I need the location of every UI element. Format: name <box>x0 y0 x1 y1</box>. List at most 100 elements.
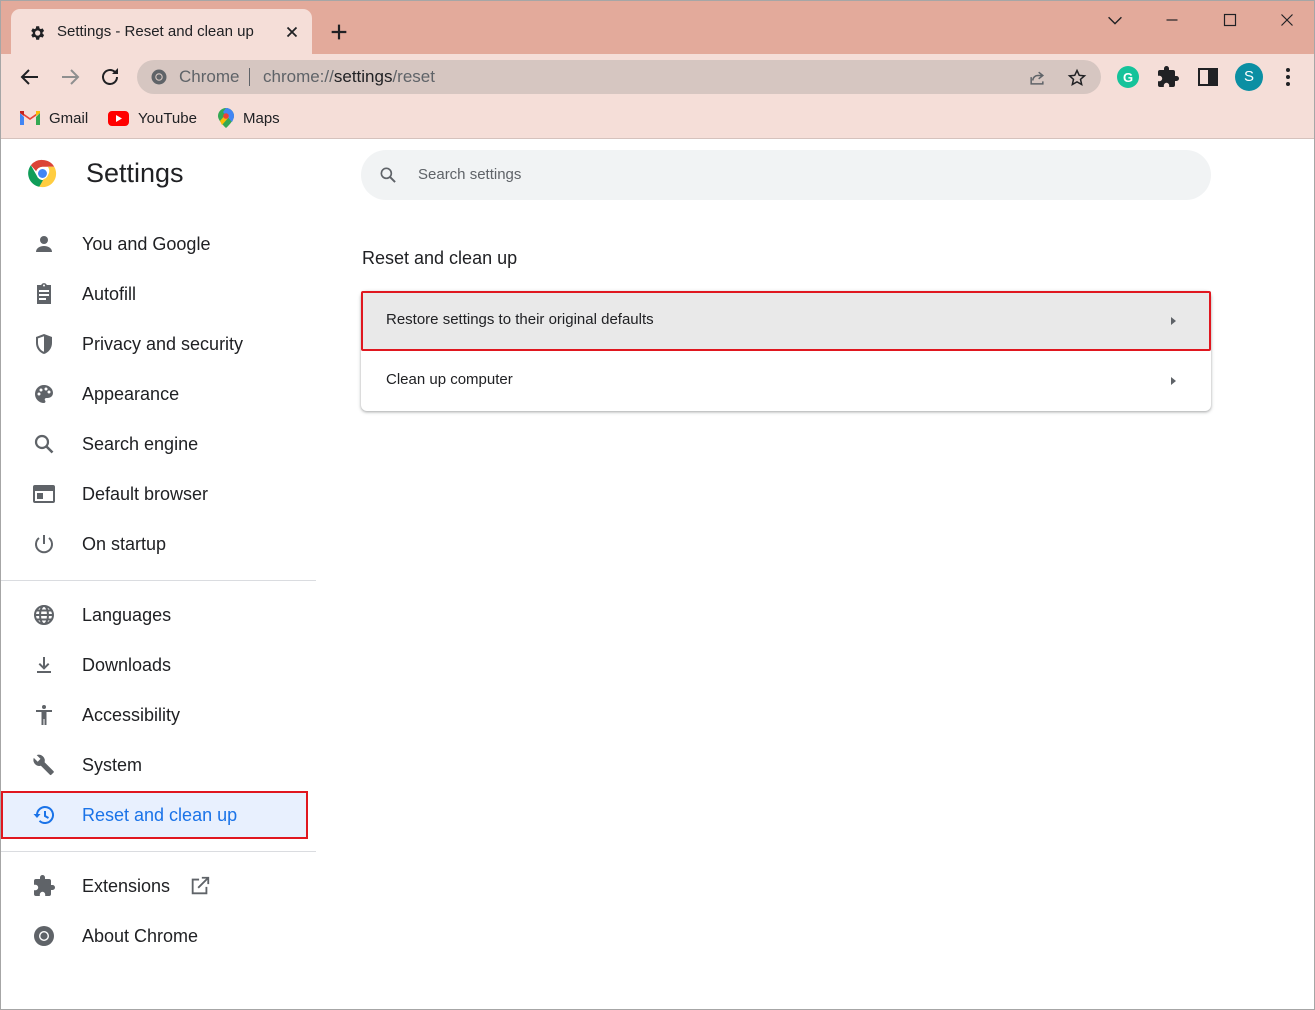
sidebar-item-languages[interactable]: Languages <box>1 591 308 639</box>
sidebar-item-extensions[interactable]: Extensions <box>1 862 308 910</box>
sidebar-item-you-and-google[interactable]: You and Google <box>1 220 308 268</box>
open-in-new-icon <box>191 876 210 895</box>
sidebar-divider <box>1 580 316 581</box>
divider <box>249 68 250 86</box>
row-label: Restore settings to their original defau… <box>386 311 654 328</box>
arrow-right-icon <box>1171 377 1176 385</box>
address-bar[interactable]: Chrome chrome://settings/reset <box>137 60 1101 94</box>
globe-icon <box>34 605 54 625</box>
maximize-icon[interactable] <box>1219 9 1241 31</box>
gmail-icon <box>20 111 40 125</box>
bookmarks-bar: Gmail YouTube Maps <box>1 99 1314 139</box>
sidebar-item-privacy[interactable]: Privacy and security <box>1 320 308 368</box>
shield-icon <box>36 334 52 354</box>
bookmark-youtube[interactable]: YouTube <box>108 108 197 128</box>
restore-icon <box>33 806 54 824</box>
section-title: Reset and clean up <box>362 248 518 268</box>
sidebar-divider <box>1 851 316 852</box>
share-icon[interactable] <box>1027 68 1047 88</box>
gear-icon <box>31 26 45 40</box>
settings-header: Settings <box>27 158 184 189</box>
bookmark-label: Maps <box>243 109 280 127</box>
grammarly-icon[interactable]: G <box>1116 65 1140 89</box>
chrome-icon <box>34 926 54 946</box>
toolbar: Chrome chrome://settings/reset G S <box>1 54 1314 99</box>
svg-text:G: G <box>1123 70 1133 85</box>
page-title: Settings <box>86 158 184 188</box>
url-path: /reset <box>392 67 435 86</box>
new-tab-icon[interactable] <box>328 21 350 43</box>
bookmark-gmail[interactable]: Gmail <box>20 108 88 128</box>
youtube-icon <box>108 110 129 126</box>
url-host: settings <box>333 67 393 86</box>
sidebar-item-label: Accessibility <box>82 705 181 725</box>
sidebar-item-label: On startup <box>82 534 167 554</box>
sidebar-item-label: System <box>82 755 143 775</box>
star-icon[interactable] <box>1067 68 1087 88</box>
forward-icon[interactable] <box>58 65 82 89</box>
sidebar-item-appearance[interactable]: Appearance <box>1 370 308 418</box>
tab-settings[interactable]: Settings - Reset and clean up <box>11 9 312 54</box>
sidebar-item-about-chrome[interactable]: About Chrome <box>1 912 308 960</box>
sidebar-item-default-browser[interactable]: Default browser <box>1 470 308 518</box>
back-icon[interactable] <box>18 65 42 89</box>
sidebar-item-label: You and Google <box>82 234 211 254</box>
browser-icon <box>33 485 55 503</box>
chrome-icon <box>151 69 167 85</box>
sidebar-item-label: Downloads <box>82 655 172 675</box>
sidebar-item-label: Languages <box>82 605 172 625</box>
search-settings-input[interactable]: Search settings <box>361 150 1211 200</box>
sidebar-item-search-engine[interactable]: Search engine <box>1 420 308 468</box>
reset-card: Restore settings to their original defau… <box>361 291 1211 411</box>
settings-page: Settings Search settings You and Google … <box>1 140 1314 1009</box>
site-label: Chrome <box>179 67 240 86</box>
power-icon <box>35 535 53 554</box>
url-text[interactable]: chrome://settings/reset <box>263 67 435 87</box>
tab-strip: Settings - Reset and clean up <box>1 1 1314 54</box>
url-prefix: chrome:// <box>263 67 334 86</box>
bookmark-label: Gmail <box>49 109 89 127</box>
sidebar-item-downloads[interactable]: Downloads <box>1 641 308 689</box>
tab-title: Settings - Reset and clean up <box>57 23 254 40</box>
browser-window: Settings - Reset and clean up Chrome chr… <box>0 0 1315 1010</box>
restore-defaults-row[interactable]: Restore settings to their original defau… <box>361 291 1211 351</box>
wrench-icon <box>33 754 54 776</box>
puzzle-icon <box>34 875 55 896</box>
sidebar-item-label: About Chrome <box>82 926 199 946</box>
sidebar-item-system[interactable]: System <box>1 741 308 789</box>
avatar[interactable]: S <box>1235 63 1263 91</box>
search-icon <box>34 434 54 454</box>
bookmark-label: YouTube <box>138 109 197 127</box>
download-icon <box>37 657 51 673</box>
sidebar-item-accessibility[interactable]: Accessibility <box>1 691 308 739</box>
sidebar-item-label: Autofill <box>82 284 137 304</box>
puzzle-icon[interactable] <box>1156 65 1180 89</box>
search-placeholder: Search settings <box>418 166 522 183</box>
chrome-logo-icon <box>28 159 57 188</box>
more-vertical-icon[interactable] <box>1276 65 1300 89</box>
arrow-right-icon <box>1171 317 1176 325</box>
sidebar-item-autofill[interactable]: Autofill <box>1 270 308 318</box>
close-window-icon[interactable] <box>1276 9 1298 31</box>
sidebar-item-label: Default browser <box>82 484 209 504</box>
minimize-icon[interactable] <box>1161 9 1183 31</box>
clipboard-icon <box>37 283 51 304</box>
close-icon[interactable] <box>283 23 301 41</box>
sidebar-item-on-startup[interactable]: On startup <box>1 520 308 568</box>
maps-icon <box>218 108 234 128</box>
reload-icon[interactable] <box>98 65 122 89</box>
palette-icon <box>35 385 53 403</box>
sidebar-item-reset-and-clean-up[interactable]: Reset and clean up <box>1 791 308 839</box>
person-icon <box>36 236 52 252</box>
sidebar-item-label: Privacy and security <box>82 334 244 354</box>
sidebar-item-label: Extensions <box>82 876 171 896</box>
clean-up-computer-row[interactable]: Clean up computer <box>361 351 1211 411</box>
accessibility-icon <box>36 705 52 725</box>
row-label: Clean up computer <box>386 371 513 388</box>
side-panel-icon[interactable] <box>1196 65 1220 89</box>
sidebar-item-label: Appearance <box>82 384 180 404</box>
sidebar-item-label: Search engine <box>82 434 199 454</box>
search-icon <box>380 167 396 183</box>
chevron-down-icon[interactable] <box>1104 9 1126 31</box>
bookmark-maps[interactable]: Maps <box>218 108 280 128</box>
